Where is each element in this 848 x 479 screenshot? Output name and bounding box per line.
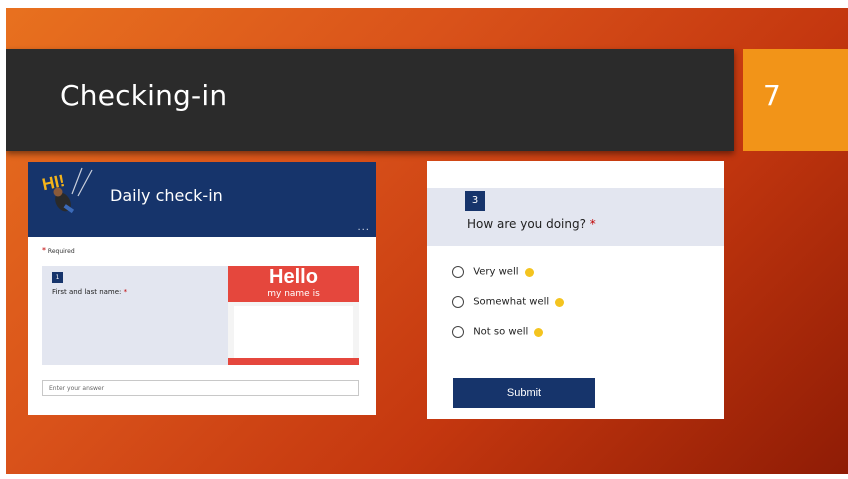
- question-label: How are you doing?: [467, 217, 586, 231]
- required-star: *: [42, 246, 46, 255]
- slightly-smiling-face-icon: [555, 297, 565, 307]
- more-options-icon[interactable]: ...: [357, 222, 370, 233]
- question-label: First and last name:: [52, 288, 122, 296]
- option-label: Somewhat well: [473, 296, 550, 308]
- option-somewhat-well[interactable]: Somewhat well: [452, 296, 565, 312]
- radio-button[interactable]: [452, 326, 464, 338]
- question-number-badge: 3: [465, 191, 485, 211]
- submit-button[interactable]: Submit: [453, 378, 595, 408]
- form-header: HI! Daily check-in ...: [28, 162, 376, 237]
- hello-band: Hello my name is: [228, 266, 359, 302]
- slide-number-box: 7: [743, 49, 848, 151]
- hello-name-tag-image: Hello my name is: [228, 266, 359, 365]
- radio-button[interactable]: [452, 296, 464, 308]
- form-title: Daily check-in: [110, 186, 223, 205]
- slide-title: Checking-in: [60, 79, 228, 112]
- question-card-1: 1 First and last name: * Hello my name i…: [42, 266, 359, 365]
- required-label: Required: [47, 248, 75, 255]
- pensive-face-icon: [534, 327, 544, 337]
- daily-checkin-form-screenshot: HI! Daily check-in ... * Required 1 Firs…: [28, 162, 376, 415]
- smiling-face-icon: [524, 267, 534, 277]
- required-note: * Required: [42, 246, 75, 255]
- hi-waving-person-icon: HI!: [40, 167, 93, 214]
- question-number-badge: 1: [52, 272, 63, 283]
- required-star: *: [589, 217, 596, 231]
- option-very-well[interactable]: Very well: [452, 266, 534, 282]
- answer-input[interactable]: Enter your answer: [42, 380, 359, 396]
- question-card-3: 3 How are you doing? *: [427, 188, 724, 246]
- slide-number: 7: [763, 79, 781, 112]
- hello-text: Hello: [269, 266, 318, 288]
- name-tag-blank: [234, 306, 353, 361]
- radio-button[interactable]: [452, 266, 464, 278]
- hello-bottom-band: [228, 358, 359, 365]
- option-label: Not so well: [473, 326, 529, 338]
- option-not-so-well[interactable]: Not so well: [452, 326, 544, 342]
- required-star: *: [123, 288, 128, 296]
- question-text: How are you doing? *: [467, 217, 596, 231]
- title-bar: Checking-in: [6, 49, 734, 151]
- hello-subtitle: my name is: [267, 289, 320, 299]
- question-text: First and last name: *: [52, 288, 127, 296]
- how-are-you-form-screenshot: 3 How are you doing? * Very well Somewha…: [427, 161, 724, 419]
- hi-logo-text: HI!: [40, 171, 66, 194]
- option-label: Very well: [473, 266, 519, 278]
